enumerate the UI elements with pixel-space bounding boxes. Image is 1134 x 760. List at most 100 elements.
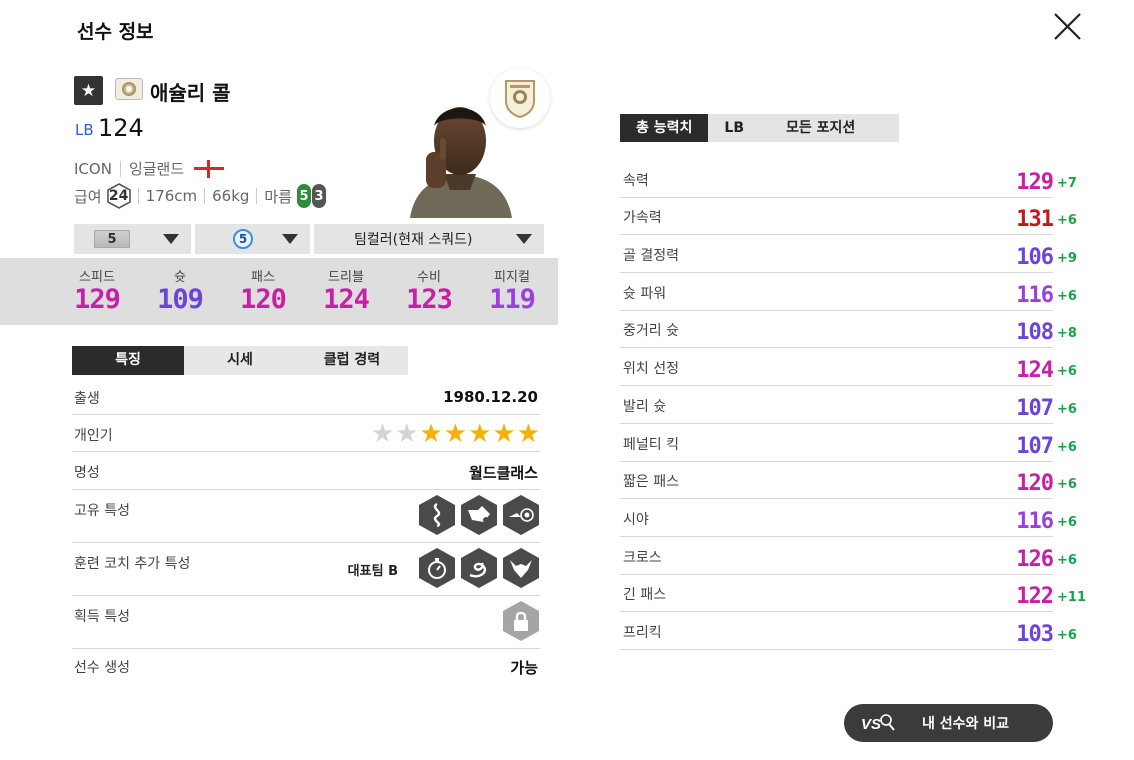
attribute-name: 크로스: [623, 549, 662, 566]
coach-traits-label: 훈련 코치 추가 특성: [74, 556, 191, 572]
summary-stat-label: 피지컬: [494, 270, 530, 285]
star-filled-icon: ★: [516, 419, 540, 449]
trait-speed-dribbler-icon[interactable]: [460, 494, 498, 536]
tab-all-positions[interactable]: 모든 포지션: [760, 114, 900, 142]
player-position: LB: [75, 121, 94, 139]
attribute-row: 중거리 슛 108 +8: [620, 311, 1077, 349]
icon-season-emblem: [490, 68, 550, 128]
attribute-name: 중거리 슛: [623, 323, 679, 340]
svg-text:VS: VS: [861, 716, 881, 733]
info-row-fame: 명성 월드클래스: [72, 452, 540, 490]
left-foot-value: 5: [297, 184, 312, 208]
season-icon: [115, 78, 143, 100]
player-origin: ICON 잉글랜드: [74, 158, 225, 179]
chevron-down-icon: [282, 234, 298, 244]
weight-value: 66kg: [212, 187, 250, 205]
tab-lb[interactable]: LB: [708, 114, 760, 142]
star-empty-icon: ★: [370, 419, 395, 449]
compare-button[interactable]: VS 내 선수와 비교: [844, 704, 1053, 742]
summary-stat-value: 119: [489, 284, 536, 315]
salary-value: 24: [108, 188, 129, 204]
adaptability-dropdown[interactable]: 5: [195, 224, 310, 254]
birth-value: 1980.12.20: [443, 388, 538, 406]
attribute-bonus: +9: [1057, 251, 1077, 267]
attribute-row: 페널티 킥 107 +6: [620, 424, 1077, 462]
popularity-stars: ★ ★ ★ ★ ★ ★ ★: [371, 421, 540, 447]
attribute-value: 122: [1016, 584, 1054, 610]
favorite-star-icon[interactable]: ★: [74, 76, 103, 105]
attribute-name: 페널티 킥: [623, 436, 679, 453]
player-name: 애슐리 콜: [150, 81, 231, 105]
summary-stat-value: 124: [323, 284, 370, 315]
create-label: 선수 생성: [74, 660, 130, 676]
attribute-name: 짧은 패스: [623, 474, 679, 491]
attribute-value: 126: [1016, 546, 1054, 572]
attribute-row: 짧은 패스 120 +6: [620, 462, 1077, 500]
season-name: ICON: [74, 159, 112, 178]
summary-stat: 수비 123: [394, 266, 464, 315]
tab-club-history[interactable]: 클럽 경력: [296, 346, 408, 375]
vs-icon: VS: [861, 714, 895, 733]
attribute-bonus: +6: [1057, 213, 1077, 229]
attribute-row: 긴 패스 122 +11: [620, 575, 1086, 613]
team-color-dropdown[interactable]: 팀컬러(현재 스쿼드): [314, 224, 544, 254]
attribute-row: 위치 선정 124 +6: [620, 349, 1077, 387]
trait-snake-icon[interactable]: [460, 547, 498, 589]
attribute-row: 가속력 131 +6: [620, 198, 1077, 236]
info-row-create: 선수 생성 가능: [72, 649, 540, 686]
attribute-value: 106: [1016, 245, 1054, 271]
attribute-name: 위치 선정: [623, 361, 679, 378]
close-button[interactable]: [1050, 10, 1084, 44]
attribute-name: 속력: [623, 172, 649, 189]
star-empty-icon: ★: [395, 419, 419, 449]
attribute-name: 가속력: [623, 210, 662, 227]
attribute-name: 슛 파워: [623, 285, 667, 302]
close-icon[interactable]: [1050, 10, 1084, 44]
attribute-bonus: +6: [1057, 477, 1077, 493]
info-row-unique-traits: 고유 특성: [72, 490, 540, 543]
upgrade-level-value: 5: [94, 230, 130, 248]
salary-hex-icon: 24: [106, 183, 131, 209]
body-type-value: 마름: [264, 187, 293, 206]
popularity-label: 개인기: [74, 428, 113, 444]
create-value: 가능: [510, 659, 538, 677]
player-ovr: 124: [98, 114, 144, 142]
summary-stat-value: 120: [240, 284, 287, 315]
attribute-name: 시야: [623, 511, 649, 528]
coach-name: 대표팀 B: [347, 564, 398, 579]
tab-traits[interactable]: 특징: [72, 346, 184, 375]
tab-price[interactable]: 시세: [184, 346, 296, 375]
attribute-bonus: +6: [1057, 288, 1077, 304]
trait-bull-icon[interactable]: [502, 547, 540, 589]
upgrade-level-dropdown[interactable]: 5: [74, 224, 191, 254]
star-filled-icon: ★: [468, 419, 492, 449]
attribute-value: 116: [1016, 508, 1054, 534]
trait-long-shot-icon[interactable]: [502, 494, 540, 536]
summary-stat-value: 129: [74, 284, 121, 315]
attribute-value: 103: [1016, 622, 1054, 648]
lock-icon: [514, 611, 528, 631]
attribute-name: 골 결정력: [623, 248, 679, 265]
locked-trait-icon[interactable]: [502, 600, 540, 642]
england-flag-icon: [194, 159, 225, 178]
unique-traits-label: 고유 특성: [74, 503, 130, 519]
summary-stat: 드리블 124: [311, 266, 381, 315]
trait-stopwatch-icon[interactable]: [418, 547, 456, 589]
tab-total-stats[interactable]: 총 능력치: [620, 114, 709, 142]
summary-stat: 슛 109: [145, 266, 215, 315]
info-row-acquired-traits: 획득 특성: [72, 596, 540, 649]
summary-stat-value: 109: [157, 284, 204, 315]
detail-tabs: 특징 시세 클럽 경력: [72, 346, 408, 375]
star-filled-icon: ★: [443, 419, 468, 449]
attribute-name: 긴 패스: [623, 587, 667, 604]
attribute-value: 107: [1016, 433, 1054, 459]
attribute-bonus: +7: [1057, 175, 1077, 191]
attribute-row: 슛 파워 116 +6: [620, 273, 1077, 311]
player-physical: 급여 24 176cm 66kg 마름 5 3: [74, 183, 327, 209]
attribute-row: 프리킥 103 +6: [620, 612, 1077, 651]
attribute-bonus: +6: [1057, 628, 1077, 644]
attribute-row: 속력 129 +7: [620, 160, 1077, 198]
summary-stat-label: 스피드: [79, 270, 115, 285]
trait-dribbler-icon[interactable]: [418, 494, 456, 536]
summary-stat-label: 슛: [174, 270, 186, 285]
